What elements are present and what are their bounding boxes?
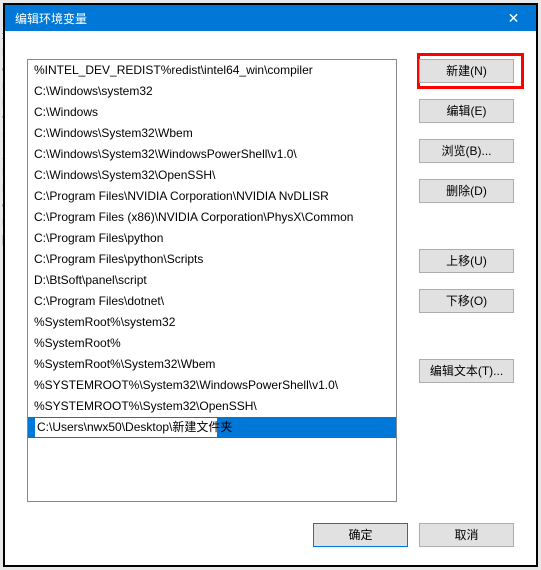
path-item[interactable]: C:\Windows\system32 xyxy=(28,81,396,102)
path-edit-input[interactable]: C:\Users\nwx50\Desktop\新建文件夹 xyxy=(34,417,218,438)
ok-button[interactable]: 确定 xyxy=(313,523,408,547)
path-item[interactable]: C:\Windows\System32\Wbem xyxy=(28,123,396,144)
path-item[interactable]: %SystemRoot%\system32 xyxy=(28,312,396,333)
path-listbox[interactable]: %INTEL_DEV_REDIST%redist\intel64_win\com… xyxy=(27,59,397,502)
path-item[interactable]: C:\Windows\System32\WindowsPowerShell\v1… xyxy=(28,144,396,165)
cancel-button[interactable]: 取消 xyxy=(419,523,514,547)
moveup-button[interactable]: 上移(U) xyxy=(419,249,514,273)
delete-button[interactable]: 删除(D) xyxy=(419,179,514,203)
window-title: 编辑环境变量 xyxy=(15,10,87,27)
path-item[interactable]: %SYSTEMROOT%\System32\OpenSSH\ xyxy=(28,396,396,417)
edittext-button[interactable]: 编辑文本(T)... xyxy=(419,359,514,383)
path-item[interactable]: C:\Program Files (x86)\NVIDIA Corporatio… xyxy=(28,207,396,228)
dialog-window: 编辑环境变量 ✕ %INTEL_DEV_REDIST%redist\intel6… xyxy=(3,3,538,567)
close-icon: ✕ xyxy=(508,10,520,27)
movedown-button[interactable]: 下移(O) xyxy=(419,289,514,313)
path-item[interactable]: %SystemRoot% xyxy=(28,333,396,354)
path-item[interactable]: %INTEL_DEV_REDIST%redist\intel64_win\com… xyxy=(28,60,396,81)
path-item[interactable]: C:\Program Files\dotnet\ xyxy=(28,291,396,312)
close-button[interactable]: ✕ xyxy=(491,5,536,31)
path-item[interactable]: C:\Program Files\NVIDIA Corporation\NVID… xyxy=(28,186,396,207)
dialog-body: %INTEL_DEV_REDIST%redist\intel64_win\com… xyxy=(5,31,536,565)
path-item[interactable]: C:\Program Files\python xyxy=(28,228,396,249)
path-item[interactable]: C:\Windows\System32\OpenSSH\ xyxy=(28,165,396,186)
titlebar: 编辑环境变量 ✕ xyxy=(5,5,536,31)
edit-button[interactable]: 编辑(E) xyxy=(419,99,514,123)
bottom-button-row: 确定 取消 xyxy=(313,523,514,547)
path-item[interactable]: %SYSTEMROOT%\System32\WindowsPowerShell\… xyxy=(28,375,396,396)
path-item[interactable]: C:\Windows xyxy=(28,102,396,123)
path-item[interactable]: %SystemRoot%\System32\Wbem xyxy=(28,354,396,375)
path-item[interactable]: D:\BtSoft\panel\script xyxy=(28,270,396,291)
new-button[interactable]: 新建(N) xyxy=(419,59,514,83)
path-item[interactable]: C:\Program Files\python\Scripts xyxy=(28,249,396,270)
browse-button[interactable]: 浏览(B)... xyxy=(419,139,514,163)
path-edit-value: C:\Users\nwx50\Desktop\新建文件夹 xyxy=(35,418,234,437)
path-item-selected[interactable]: C:\Users\nwx50\Desktop\新建文件夹 xyxy=(28,417,396,438)
